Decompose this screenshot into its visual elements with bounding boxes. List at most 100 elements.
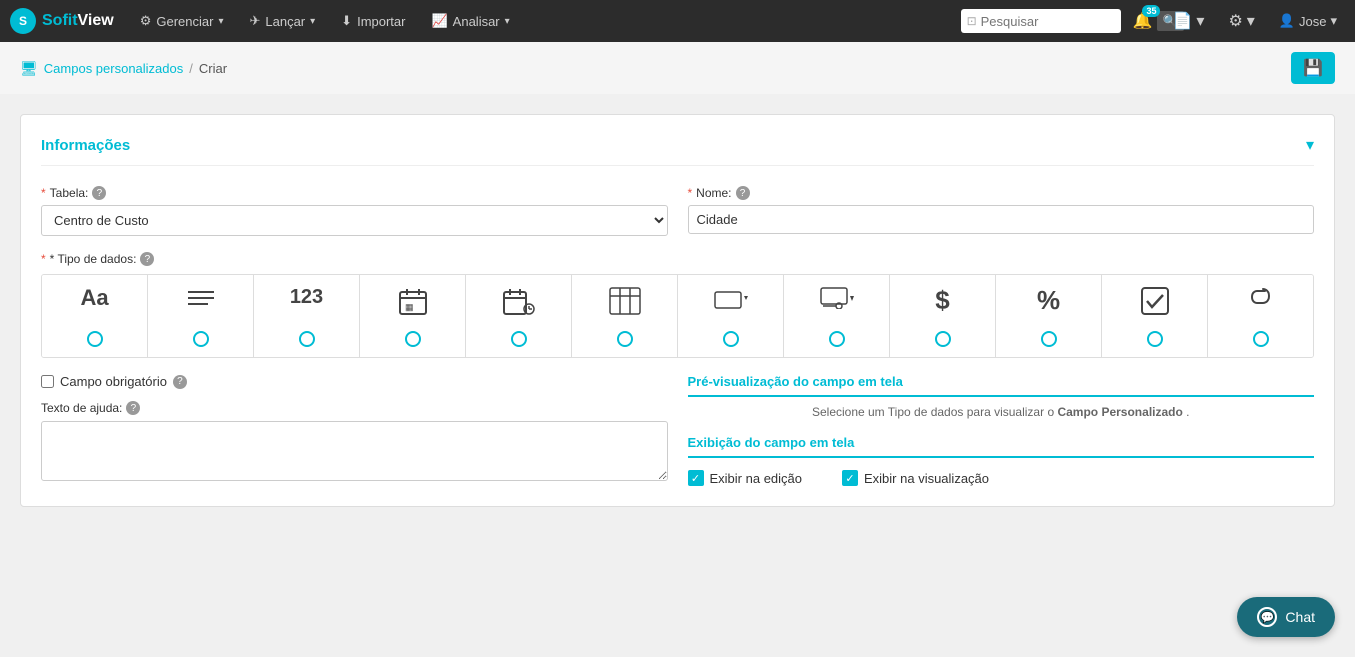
navbar: S SofitView ⚙ Gerenciar ▾ ✈ Lançar ▾ ⬇ I… bbox=[0, 0, 1355, 42]
help-text-label-text: Texto de ajuda: bbox=[41, 401, 122, 415]
table-group: * Tabela: ? Centro de Custo bbox=[41, 186, 668, 236]
nav-importar-icon: ⬇ bbox=[341, 13, 352, 29]
show-view-option: ✓ Exibir na visualização bbox=[842, 470, 989, 486]
multiselect-type-radio[interactable] bbox=[829, 331, 845, 347]
nav-importar-label: Importar bbox=[357, 14, 405, 29]
name-label: * Nome: ? bbox=[688, 186, 1315, 200]
card-header: Informações ▾ bbox=[41, 135, 1314, 166]
navbar-right: ⊡ 🔍 🔔 35 📄 ▾ ⚙ ▾ 👤 Jose ▾ bbox=[961, 7, 1345, 35]
collapse-icon[interactable]: ▾ bbox=[1306, 135, 1314, 155]
nav-analisar-icon: 📈 bbox=[431, 13, 447, 29]
breadcrumb-bar: 🖥 Campos personalizados / Criar 💾 bbox=[0, 42, 1355, 94]
table-help-icon[interactable]: ? bbox=[92, 186, 106, 200]
name-help-icon[interactable]: ? bbox=[736, 186, 750, 200]
user-icon: 👤 bbox=[1279, 13, 1295, 29]
currency-type-icon: $ bbox=[935, 287, 949, 313]
document-icon-btn[interactable]: 📄 ▾ bbox=[1164, 7, 1212, 35]
required-star: * bbox=[41, 252, 46, 266]
data-type-grid-field[interactable] bbox=[572, 275, 678, 357]
nav-importar[interactable]: ⬇ Importar bbox=[331, 7, 415, 35]
checkbox-type-icon bbox=[1141, 287, 1169, 319]
name-group: * Nome: ? bbox=[688, 186, 1315, 236]
nav-analisar[interactable]: 📈 Analisar ▾ bbox=[421, 7, 519, 35]
required-label: Campo obrigatório bbox=[60, 374, 167, 389]
display-options: ✓ Exibir na edição ✓ Exibir na visualiza… bbox=[688, 470, 1315, 486]
data-type-section: * * Tipo de dados: ? Aa bbox=[41, 252, 1314, 358]
percent-type-radio[interactable] bbox=[1041, 331, 1057, 347]
breadcrumb-current: Criar bbox=[199, 61, 227, 76]
show-edit-checkbox[interactable]: ✓ bbox=[688, 470, 704, 486]
data-type-label: * * Tipo de dados: ? bbox=[41, 252, 1314, 266]
grid-type-icon bbox=[609, 287, 641, 319]
attachment-type-icon bbox=[1251, 287, 1271, 321]
breadcrumb-separator: / bbox=[189, 61, 193, 76]
show-view-checkbox[interactable]: ✓ bbox=[842, 470, 858, 486]
date-type-icon: ▦ bbox=[398, 287, 428, 321]
table-name-row: * Tabela: ? Centro de Custo * Nome: ? bbox=[41, 186, 1314, 236]
notification-bell[interactable]: 🔔 35 bbox=[1129, 7, 1157, 35]
nav-lancar[interactable]: ✈ Lançar ▾ bbox=[239, 7, 325, 35]
data-type-help-icon[interactable]: ? bbox=[140, 252, 154, 266]
help-textarea[interactable] bbox=[41, 421, 668, 481]
textarea-type-radio[interactable] bbox=[193, 331, 209, 347]
required-checkbox[interactable] bbox=[41, 375, 54, 388]
required-star: * bbox=[688, 186, 693, 200]
nav-analisar-label: Analisar bbox=[453, 14, 500, 29]
name-input[interactable] bbox=[688, 205, 1315, 234]
required-star: * bbox=[41, 186, 46, 200]
preview-hint-end: . bbox=[1186, 405, 1189, 419]
nav-gerenciar[interactable]: ⚙ Gerenciar ▾ bbox=[130, 7, 234, 35]
grid-type-radio[interactable] bbox=[617, 331, 633, 347]
attachment-type-radio[interactable] bbox=[1253, 331, 1269, 347]
date-type-radio[interactable] bbox=[405, 331, 421, 347]
name-label-text: Nome: bbox=[696, 186, 731, 200]
data-type-number[interactable]: 123 bbox=[254, 275, 360, 357]
text-type-radio[interactable] bbox=[87, 331, 103, 347]
table-label: * Tabela: ? bbox=[41, 186, 668, 200]
data-type-textarea[interactable] bbox=[148, 275, 254, 357]
datetime-type-radio[interactable] bbox=[511, 331, 527, 347]
brand-logo[interactable]: S SofitView bbox=[10, 8, 114, 34]
multiselect-type-icon bbox=[820, 287, 854, 313]
data-type-datetime[interactable] bbox=[466, 275, 572, 357]
display-title: Exibição do campo em tela bbox=[688, 435, 1315, 458]
data-type-percent[interactable]: % bbox=[996, 275, 1102, 357]
breadcrumb-link[interactable]: Campos personalizados bbox=[44, 61, 183, 76]
data-type-select[interactable] bbox=[678, 275, 784, 357]
data-type-date[interactable]: ▦ bbox=[360, 275, 466, 357]
bottom-form: Campo obrigatório ? Texto de ajuda: ? Pr… bbox=[41, 374, 1314, 486]
table-select[interactable]: Centro de Custo bbox=[41, 205, 668, 236]
settings-icon-btn[interactable]: ⚙ ▾ bbox=[1220, 7, 1262, 35]
card: Informações ▾ * Tabela: ? Centro de Cust… bbox=[20, 114, 1335, 507]
show-view-label: Exibir na visualização bbox=[864, 471, 989, 486]
datetime-type-icon bbox=[503, 287, 535, 321]
preview-title: Pré-visualização do campo em tela bbox=[688, 374, 1315, 397]
user-menu[interactable]: 👤 Jose ▾ bbox=[1271, 9, 1345, 33]
chevron-down-icon: ▾ bbox=[1330, 13, 1337, 29]
select-type-icon bbox=[714, 287, 748, 313]
right-bottom: Pré-visualização do campo em tela Seleci… bbox=[688, 374, 1315, 486]
select-type-radio[interactable] bbox=[723, 331, 739, 347]
required-checkbox-row: Campo obrigatório ? bbox=[41, 374, 668, 389]
chevron-down-icon: ▾ bbox=[1247, 11, 1255, 31]
chat-button[interactable]: 💬 Chat bbox=[1237, 597, 1335, 637]
data-type-text[interactable]: Aa bbox=[42, 275, 148, 357]
number-type-radio[interactable] bbox=[299, 331, 315, 347]
data-type-attachment[interactable] bbox=[1208, 275, 1313, 357]
chat-icon: 💬 bbox=[1257, 607, 1277, 627]
currency-type-radio[interactable] bbox=[935, 331, 951, 347]
required-help-icon[interactable]: ? bbox=[173, 375, 187, 389]
main-content: Informações ▾ * Tabela: ? Centro de Cust… bbox=[0, 94, 1355, 527]
checkbox-type-radio[interactable] bbox=[1147, 331, 1163, 347]
help-text-help-icon[interactable]: ? bbox=[126, 401, 140, 415]
data-type-checkbox-field[interactable] bbox=[1102, 275, 1208, 357]
data-type-multiselect[interactable] bbox=[784, 275, 890, 357]
chevron-down-icon: ▾ bbox=[310, 16, 315, 27]
save-button[interactable]: 💾 bbox=[1291, 52, 1335, 84]
notification-badge: 35 bbox=[1142, 5, 1160, 17]
card-title: Informações bbox=[41, 137, 130, 154]
data-type-currency[interactable]: $ bbox=[890, 275, 996, 357]
textarea-type-icon bbox=[186, 287, 216, 315]
screen-icon: ⊡ bbox=[967, 14, 977, 28]
preview-hint: Selecione um Tipo de dados para visualiz… bbox=[688, 405, 1315, 419]
